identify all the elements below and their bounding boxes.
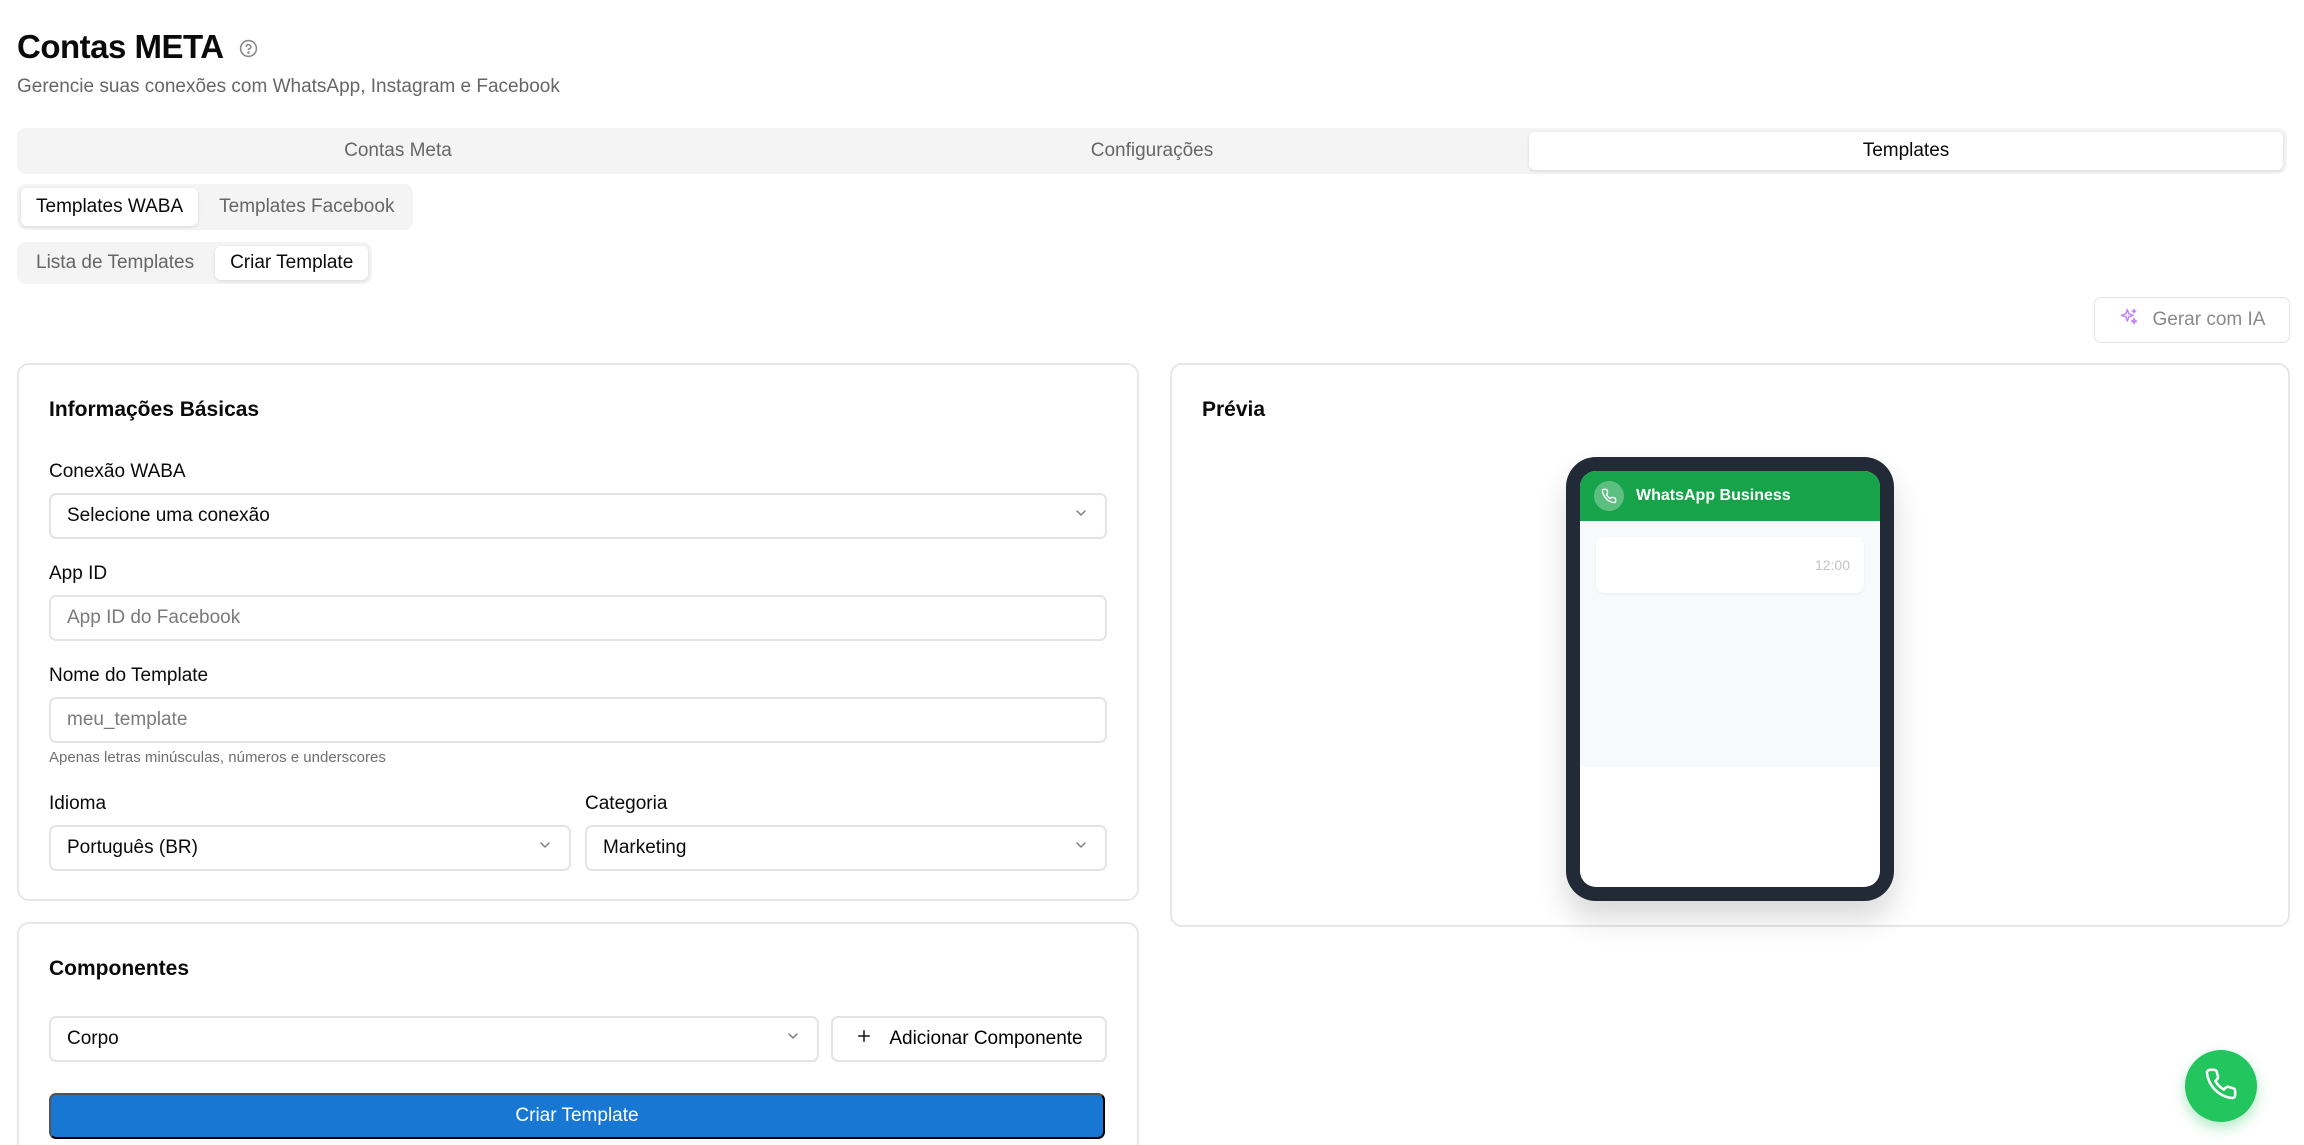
components-card: Componentes Corpo Adicionar Componente C… <box>17 922 1139 1145</box>
help-circle-icon[interactable] <box>238 38 259 59</box>
language-label: Idioma <box>49 793 107 814</box>
template-name-input[interactable]: meu_template <box>49 697 1107 743</box>
preview-title: Prévia <box>1202 398 1266 421</box>
app-id-label: App ID <box>49 563 108 584</box>
app-id-input[interactable]: App ID do Facebook <box>49 595 1107 641</box>
platform-tabs: Templates WABA Templates Facebook <box>17 184 414 230</box>
chevron-down-icon <box>1073 837 1089 859</box>
tab-templates[interactable]: Templates <box>1529 132 2283 170</box>
tab-lista-de-templates[interactable]: Lista de Templates <box>21 246 209 280</box>
chevron-down-icon <box>785 1028 801 1050</box>
waba-connection-label: Conexão WABA <box>49 461 186 482</box>
language-value: Português (BR) <box>67 837 198 858</box>
whatsapp-app-name: WhatsApp Business <box>1636 487 1791 504</box>
generate-ai-label: Gerar com IA <box>2152 309 2266 330</box>
language-select[interactable]: Português (BR) <box>49 825 571 871</box>
chevron-down-icon <box>537 837 553 859</box>
tab-configuracoes[interactable]: Configurações <box>775 132 1529 170</box>
chevron-down-icon <box>1073 505 1089 527</box>
app-id-placeholder: App ID do Facebook <box>67 607 241 628</box>
view-tabs: Lista de Templates Criar Template <box>17 242 373 284</box>
sparkles-icon <box>2119 307 2139 333</box>
tab-criar-template[interactable]: Criar Template <box>215 246 369 280</box>
phone-icon <box>1594 481 1624 511</box>
component-type-value: Corpo <box>67 1028 119 1049</box>
phone-screen: WhatsApp Business 12:00 <box>1580 471 1880 887</box>
preview-card: Prévia WhatsApp Business 12:00 <box>1170 363 2290 927</box>
category-value: Marketing <box>603 837 687 858</box>
message-time: 12:00 <box>1814 557 1850 573</box>
generate-ai-button[interactable]: Gerar com IA <box>2094 297 2290 343</box>
page-header: Contas META Gerencie suas conexões com W… <box>17 24 560 98</box>
waba-connection-select[interactable]: Selecione uma conexão <box>49 493 1107 539</box>
component-type-select[interactable]: Corpo <box>49 1016 819 1062</box>
chat-area: 12:00 <box>1580 521 1880 767</box>
plus-icon <box>855 1027 873 1051</box>
basic-info-card: Informações Básicas Conexão WABA Selecio… <box>17 363 1139 901</box>
components-title: Componentes <box>49 957 190 980</box>
add-component-button[interactable]: Adicionar Componente <box>831 1016 1107 1062</box>
add-component-label: Adicionar Componente <box>889 1028 1083 1049</box>
tab-templates-facebook[interactable]: Templates Facebook <box>204 188 409 226</box>
template-name-hint: Apenas letras minúsculas, números e unde… <box>49 749 386 766</box>
whatsapp-header: WhatsApp Business <box>1580 471 1880 521</box>
basic-info-title: Informações Básicas <box>49 398 260 421</box>
message-bubble: 12:00 <box>1596 537 1864 593</box>
main-tabs: Contas Meta Configurações Templates <box>17 128 2287 174</box>
tab-templates-waba[interactable]: Templates WABA <box>21 188 199 226</box>
page-title: Contas META <box>17 28 224 65</box>
template-name-placeholder: meu_template <box>67 709 188 730</box>
tab-contas-meta[interactable]: Contas Meta <box>21 132 775 170</box>
title-row: Contas META <box>17 24 560 70</box>
template-name-label: Nome do Template <box>49 665 209 686</box>
floating-call-button[interactable] <box>2185 1050 2257 1122</box>
page-subtitle: Gerencie suas conexões com WhatsApp, Ins… <box>17 76 560 97</box>
category-select[interactable]: Marketing <box>585 825 1107 871</box>
create-template-button[interactable]: Criar Template <box>49 1093 1105 1139</box>
phone-mockup: WhatsApp Business 12:00 <box>1566 457 1894 901</box>
waba-connection-value: Selecione uma conexão <box>67 505 270 526</box>
phone-icon <box>2204 1067 2238 1106</box>
category-label: Categoria <box>585 793 668 814</box>
